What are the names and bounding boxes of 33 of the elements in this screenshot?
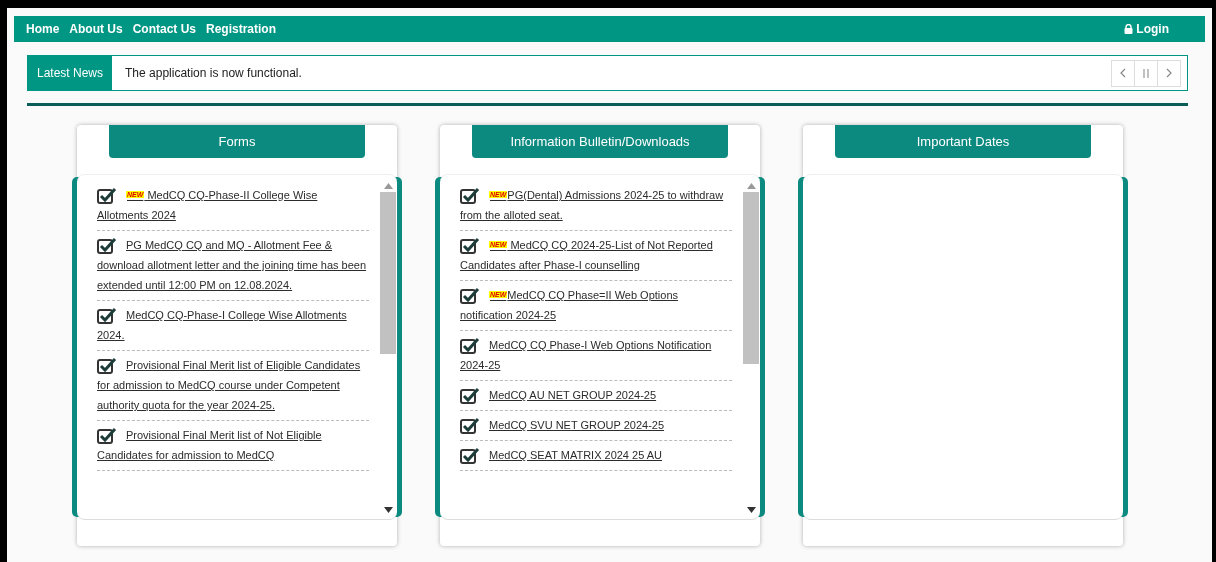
nav-link[interactable]: Contact Us	[132, 22, 196, 36]
scroll-up-icon	[746, 183, 756, 189]
notice-link[interactable]: $^{NEW}$ MedCQ CQ-Phase-II College Wise Allotments 2024	[97, 185, 369, 225]
panel-title: Forms	[109, 125, 365, 158]
notice-link[interactable]: MedCQ AU NET GROUP 2024-25	[460, 385, 732, 405]
notice-link[interactable]: $^{NEW}$PG(Dental) Admissions 2024-25 to withdraw from the alloted seat.	[460, 185, 732, 225]
scroll-down-icon	[383, 507, 393, 513]
notice-link[interactable]: MedCQ SVU NET GROUP 2024-25	[460, 415, 732, 435]
panel-title: Information Bulletin/Downloads	[472, 125, 728, 158]
notice-link[interactable]: Provisional Final Merit list of Not Eligible Candidates for admission to MedCQ	[97, 425, 369, 465]
chevron-right-icon	[1166, 68, 1172, 78]
lock-icon	[1124, 24, 1134, 34]
notice-link[interactable]: Provisional Final Merit list of Eligible Candidates for admission to MedCQ course under Competent authority quota for the year 2024-25.	[97, 355, 369, 415]
news-text: The application is now functional.	[124, 65, 303, 82]
notice-link[interactable]: $^{NEW}$MedCQ CQ Phase=II Web Options notification 2024-25	[460, 285, 732, 325]
login-link[interactable]: Login	[1124, 22, 1169, 36]
notice-link[interactable]: PG MedCQ CQ and MQ - Allotment Fee & download allotment letter and the joining time has been extended until 12:00 PM on 12.08.2024.	[97, 235, 369, 295]
nav-link[interactable]: About Us	[69, 22, 123, 36]
pause-button[interactable]	[1134, 59, 1158, 87]
news-label: Latest News	[28, 56, 113, 90]
scroll-down-icon	[746, 507, 756, 513]
notice-link[interactable]: MedCQ CQ-Phase-I College Wise Allotments 2024.	[97, 305, 369, 345]
nav-link[interactable]: Registration	[206, 22, 277, 36]
next-button[interactable]	[1157, 59, 1181, 87]
notice-link[interactable]: MedCQ CQ Phase-I Web Options Notification 2024-25	[460, 335, 732, 375]
notice-link[interactable]: MedCQ SEAT MATRIX 2024 25 AU	[460, 445, 732, 465]
scroll-up-icon	[383, 183, 393, 189]
pause-icon	[1143, 68, 1149, 78]
nav-link[interactable]: Home	[26, 22, 60, 36]
panel-title: Important Dates	[835, 125, 1091, 158]
chevron-left-icon	[1120, 68, 1126, 78]
notice-link[interactable]: $^{NEW}$ MedCQ CQ 2024-25-List of Not Reported Candidates after Phase-I counselling	[460, 235, 732, 275]
previous-button[interactable]	[1111, 59, 1135, 87]
